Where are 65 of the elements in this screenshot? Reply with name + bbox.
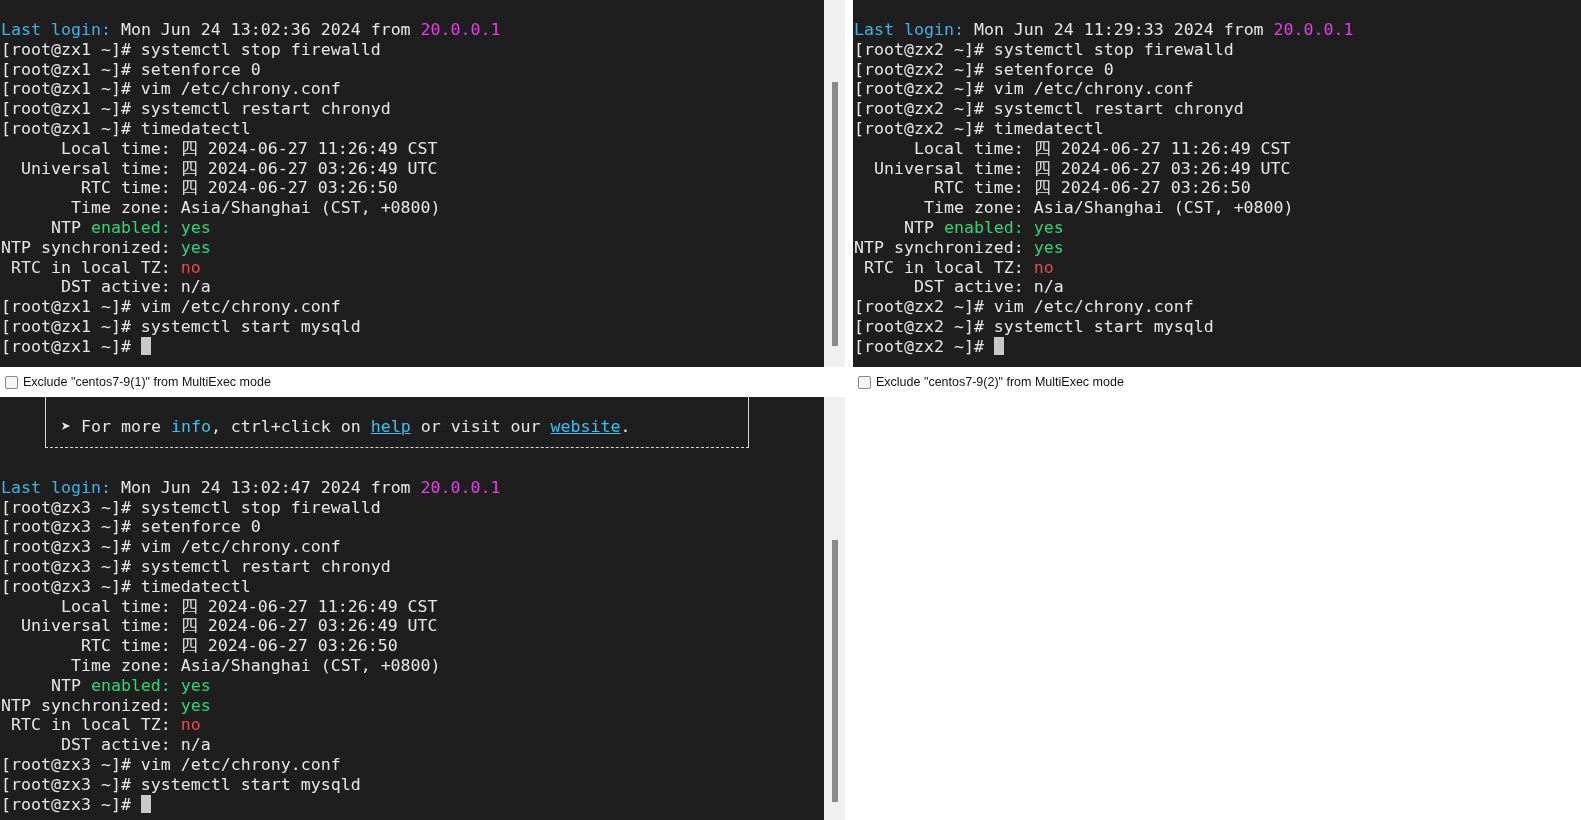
terminal-pane[interactable]	[0, 397, 824, 820]
terminal-line: NTP synchronized: yes	[853, 237, 1065, 258]
checkbox[interactable]	[858, 375, 871, 389]
terminal-line: [root@zx2 ~]# setenforce 0	[853, 59, 1115, 80]
terminal-line: Universal time: 四 2024-06-27 03:26:49 UTC	[872, 158, 1292, 179]
scrollbar[interactable]	[824, 397, 845, 820]
terminal-line: [root@zx1 ~]# systemctl stop firewalld	[0, 39, 382, 60]
terminal-line: RTC time: 四 2024-06-27 03:26:50	[932, 178, 1252, 199]
terminal-line: [root@zx1 ~]# setenforce 0	[0, 59, 262, 80]
terminal-line: Last login: Mon Jun 24 11:29:33 2024 from 20.0.0.1	[853, 20, 1355, 40]
terminal-line: DST active: n/a	[912, 277, 1065, 298]
terminal-line: Universal time: 四 2024-06-27 03:26:49 UTC	[19, 158, 439, 179]
terminal-line: RTC in local TZ: no	[10, 715, 202, 736]
terminal-line: [root@zx2 ~]# systemctl restart chronyd	[853, 99, 1245, 119]
terminal-line: NTP synchronized: yes	[0, 237, 212, 258]
terminal-line: Local time: 四 2024-06-27 11:26:49 CST	[59, 596, 439, 617]
terminal-line: [root@zx2 ~]# timedatectl	[853, 119, 1105, 139]
scrollbar-thumb[interactable]	[832, 82, 838, 346]
terminal-line: [root@zx3 ~]# systemctl stop firewalld	[0, 497, 382, 518]
terminal-pane[interactable]	[853, 0, 1581, 367]
terminal-line: Time zone: Asia/Shanghai (CST, +0800)	[69, 655, 442, 676]
terminal-line: [root@zx3 ~]# timedatectl	[0, 576, 252, 597]
terminal-line: Local time: 四 2024-06-27 11:26:49 CST	[912, 138, 1292, 159]
terminal-line: NTP enabled: yes	[902, 217, 1065, 238]
terminal-line: [root@zx2 ~]# systemctl stop firewalld	[853, 39, 1235, 60]
terminal-line: [root@zx3 ~]# systemctl restart chronyd	[0, 557, 392, 577]
terminal-line: RTC in local TZ: no	[10, 257, 202, 278]
terminal-line: [root@zx2 ~]# systemctl start mysqld	[853, 316, 1215, 337]
terminal-line: NTP enabled: yes	[49, 217, 212, 238]
terminal-line: Universal time: 四 2024-06-27 03:26:49 UTC	[19, 616, 439, 637]
link[interactable]: website	[550, 417, 621, 436]
scrollbar-thumb[interactable]	[832, 540, 838, 802]
terminal-line: [root@zx1 ~]#	[0, 336, 824, 357]
terminal-line: [root@zx1 ~]# vim /etc/chrony.conf	[0, 297, 342, 317]
checkbox-label[interactable]: Exclude "centos7-9(2)" from MultiExec mode	[876, 375, 1124, 389]
terminal-line: [root@zx2 ~]# vim /etc/chrony.conf	[853, 79, 1195, 100]
terminal-line: RTC time: 四 2024-06-27 03:26:50	[79, 178, 399, 199]
checkbox-label[interactable]: Exclude "centos7-9(1)" from MultiExec mode	[23, 375, 271, 389]
info-text: ➤ For more info, ctrl+click on help or visit our website.	[60, 417, 632, 437]
terminal-line: NTP enabled: yes	[49, 675, 212, 696]
terminal-line: [root@zx3 ~]# systemctl start mysqld	[0, 774, 362, 795]
terminal-line: NTP synchronized: yes	[0, 695, 212, 716]
terminal-line: [root@zx1 ~]# vim /etc/chrony.conf	[0, 79, 342, 100]
terminal-line: [root@zx2 ~]#	[853, 336, 1581, 357]
terminal-line: DST active: n/a	[59, 277, 212, 298]
terminal-line: RTC in local TZ: no	[863, 257, 1055, 278]
terminal-pane[interactable]	[0, 0, 824, 367]
terminal-line: Time zone: Asia/Shanghai (CST, +0800)	[69, 198, 442, 218]
scrollbar[interactable]	[824, 0, 845, 367]
terminal-line: [root@zx3 ~]# setenforce 0	[0, 517, 262, 538]
terminal-line: [root@zx3 ~]# vim /etc/chrony.conf	[0, 537, 342, 557]
terminal-line: [root@zx3 ~]# vim /etc/chrony.conf	[0, 754, 342, 775]
terminal-line: Time zone: Asia/Shanghai (CST, +0800)	[922, 198, 1295, 218]
link[interactable]: help	[370, 417, 411, 436]
terminal-line: Last login: Mon Jun 24 13:02:47 2024 from 20.0.0.1	[0, 477, 502, 498]
terminal-line: Last login: Mon Jun 24 13:02:36 2024 from 20.0.0.1	[0, 20, 502, 40]
terminal-line: [root@zx2 ~]# vim /etc/chrony.conf	[853, 297, 1195, 317]
terminal-line: DST active: n/a	[59, 735, 212, 755]
checkbox[interactable]	[5, 375, 18, 389]
terminal-line: [root@zx3 ~]#	[0, 794, 824, 815]
terminal-line: Local time: 四 2024-06-27 11:26:49 CST	[59, 138, 439, 159]
terminal-line: [root@zx1 ~]# systemctl start mysqld	[0, 316, 362, 337]
terminal-line: [root@zx1 ~]# timedatectl	[0, 119, 252, 139]
terminal-line: [root@zx1 ~]# systemctl restart chronyd	[0, 99, 392, 119]
terminal-line: RTC time: 四 2024-06-27 03:26:50	[79, 636, 399, 656]
